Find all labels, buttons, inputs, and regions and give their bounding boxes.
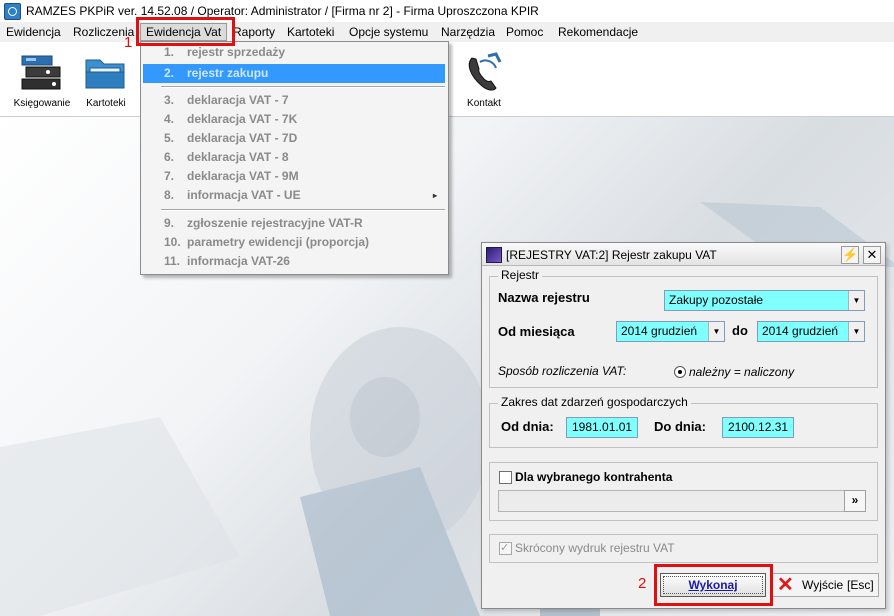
toolbar-kartoteki[interactable]: Kartoteki	[73, 48, 139, 114]
app-icon	[4, 3, 21, 20]
option-label: deklaracja VAT - 7K	[187, 112, 298, 126]
menu-bar: Ewidencja Rozliczenia Ewidencja Vat Rapo…	[0, 22, 894, 43]
sposob-radio[interactable]	[674, 366, 686, 378]
close-icon[interactable]: ✕	[863, 246, 881, 264]
nazwa-rejestru-select[interactable]: Zakupy pozostałe ▼	[664, 290, 865, 311]
wyjscie-label: Wyjście	[802, 578, 844, 592]
option-number: 10.	[164, 235, 181, 249]
option-label: informacja VAT-26	[187, 254, 290, 268]
option-number: 2.	[164, 66, 175, 80]
window-title: RAMZES PKPiR ver. 14.52.08 / Operator: A…	[26, 4, 539, 18]
menu-ewidencja[interactable]: Ewidencja	[1, 24, 66, 40]
chevron-down-icon[interactable]: ▼	[848, 291, 864, 310]
esc-label: [Esc]	[847, 578, 874, 592]
menu-option-vat-8[interactable]: 6. deklaracja VAT - 8	[143, 148, 445, 167]
option-label: deklaracja VAT - 7D	[187, 131, 298, 145]
od-miesiaca-value: 2014 grudzień	[621, 324, 698, 338]
rejestr-vat-dialog: [REJESTRY VAT:2] Rejestr zakupu VAT ⚡ ✕ …	[481, 242, 886, 609]
dialog-app-icon	[486, 247, 502, 263]
menu-separator	[161, 86, 445, 88]
zakres-dat-group-label: Zakres dat zdarzeń gospodarczych	[498, 395, 691, 409]
toolbar-ksiegowanie-label: Księgowanie	[13, 98, 71, 109]
od-miesiaca-select[interactable]: 2014 grudzień ▼	[616, 321, 725, 342]
do-dnia-label: Do dnia:	[654, 419, 706, 434]
menu-pomoc[interactable]: Pomoc	[501, 24, 548, 40]
option-number: 7.	[164, 169, 175, 183]
menu-option-rejestr-zakupu[interactable]: 2. rejestr zakupu	[143, 64, 445, 83]
option-number: 6.	[164, 150, 175, 164]
browse-kontrahent-button[interactable]: »	[844, 490, 866, 512]
menu-option-vat-ue[interactable]: 8. informacja VAT - UE ▸	[143, 186, 445, 205]
skrocony-group: Skrócony wydruk rejestru VAT	[489, 534, 878, 563]
option-label: zgłoszenie rejestracyjne VAT-R	[187, 216, 363, 230]
close-x-icon: ✕	[777, 574, 794, 596]
submenu-arrow-icon: ▸	[432, 191, 437, 200]
do-label: do	[732, 323, 748, 338]
kontrahent-label: Dla wybranego kontrahenta	[515, 470, 673, 484]
title-bar: RAMZES PKPiR ver. 14.52.08 / Operator: A…	[0, 0, 894, 23]
wyjscie-button[interactable]: ✕ Wyjście [Esc]	[772, 573, 879, 597]
od-dnia-value: 1981.01.01	[572, 420, 633, 434]
annotation-number-1: 1	[124, 34, 133, 51]
option-label: rejestr zakupu	[187, 66, 269, 80]
option-number: 9.	[164, 216, 175, 230]
menu-separator	[161, 209, 445, 211]
skrocony-checkbox[interactable]	[499, 541, 512, 555]
sposob-value: należny = naliczony	[689, 365, 795, 379]
nazwa-rejestru-label: Nazwa rejestru	[498, 290, 590, 305]
pin-icon[interactable]: ⚡	[841, 246, 859, 264]
option-number: 11.	[164, 254, 181, 268]
od-dnia-field[interactable]: 1981.01.01	[566, 417, 638, 438]
option-label: deklaracja VAT - 9M	[187, 169, 299, 183]
od-miesiaca-label: Od miesiąca	[498, 324, 575, 339]
menu-option-vat-26[interactable]: 11. informacja VAT-26	[143, 252, 445, 271]
kontrahent-group: Dla wybranego kontrahenta »	[489, 462, 878, 521]
rejestr-group-label: Rejestr	[498, 268, 543, 282]
menu-rekomendacje[interactable]: Rekomendacje	[553, 24, 643, 40]
option-label: deklaracja VAT - 8	[187, 150, 289, 164]
od-dnia-label: Od dnia:	[501, 419, 554, 434]
menu-option-vat-r[interactable]: 9. zgłoszenie rejestracyjne VAT-R	[143, 214, 445, 233]
option-label: informacja VAT - UE	[187, 188, 301, 202]
dialog-title: [REJESTRY VAT:2] Rejestr zakupu VAT	[506, 248, 717, 262]
menu-raporty[interactable]: Raporty	[228, 24, 280, 40]
option-number: 4.	[164, 112, 175, 126]
menu-option-vat-9m[interactable]: 7. deklaracja VAT - 9M	[143, 167, 445, 186]
menu-option-vat-7k[interactable]: 4. deklaracja VAT - 7K	[143, 110, 445, 129]
skrocony-label: Skrócony wydruk rejestru VAT	[515, 541, 675, 555]
option-label: parametry ewidencji (proporcja)	[187, 235, 370, 249]
menu-option-vat-7d[interactable]: 5. deklaracja VAT - 7D	[143, 129, 445, 148]
menu-opcje-systemu[interactable]: Opcje systemu	[344, 24, 433, 40]
annotation-number-2: 2	[638, 575, 647, 592]
option-label: deklaracja VAT - 7	[187, 93, 289, 107]
kontrahent-checkbox[interactable]	[499, 471, 512, 484]
rejestr-group: Rejestr Nazwa rejestru Zakupy pozostałe …	[489, 268, 878, 388]
kontrahent-input[interactable]	[498, 490, 845, 512]
chevron-down-icon[interactable]: ▼	[848, 322, 864, 341]
toolbar-ksiegowanie[interactable]: Księgowanie	[9, 48, 75, 114]
do-dnia-value: 2100.12.31	[728, 420, 789, 434]
menu-option-parametry[interactable]: 10. parametry ewidencji (proporcja)	[143, 233, 445, 252]
do-miesiaca-value: 2014 grudzień	[762, 324, 839, 338]
annotation-box-1	[136, 17, 235, 46]
ewidencja-vat-menu: 1. rejestr sprzedaży 2. rejestr zakupu 3…	[140, 41, 449, 275]
chevron-down-icon[interactable]: ▼	[708, 322, 724, 341]
zakres-dat-group: Zakres dat zdarzeń gospodarczych Od dnia…	[489, 395, 878, 448]
toolbar-kartoteki-label: Kartoteki	[86, 98, 126, 109]
do-dnia-field[interactable]: 2100.12.31	[722, 417, 794, 438]
option-number: 3.	[164, 93, 175, 107]
option-number: 5.	[164, 131, 175, 145]
annotation-box-2	[654, 564, 773, 606]
nazwa-rejestru-value: Zakupy pozostałe	[669, 293, 764, 307]
sposob-rozliczenia-label: Sposób rozliczenia VAT:	[498, 364, 627, 378]
menu-narzedzia[interactable]: Narzędzia	[436, 24, 500, 40]
toolbar-kontakt-label: Kontakt	[467, 98, 501, 109]
option-number: 8.	[164, 188, 175, 202]
do-miesiaca-select[interactable]: 2014 grudzień ▼	[757, 321, 865, 342]
dialog-title-bar: [REJESTRY VAT:2] Rejestr zakupu VAT ⚡ ✕	[482, 243, 885, 266]
toolbar-kontakt[interactable]: Kontakt	[451, 48, 517, 114]
menu-kartoteki[interactable]: Kartoteki	[282, 24, 339, 40]
menu-option-vat-7[interactable]: 3. deklaracja VAT - 7	[143, 91, 445, 110]
